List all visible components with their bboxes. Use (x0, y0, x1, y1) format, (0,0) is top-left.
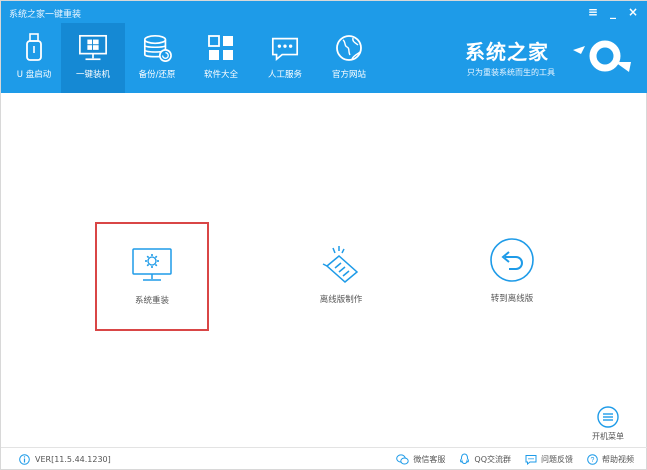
help-video-link[interactable]: ? 帮助视频 (587, 453, 634, 465)
brand-logo: 系统之家 只为重装系统而生的工具 (465, 36, 635, 81)
minimize-button[interactable]: _ (610, 5, 616, 19)
boot-menu-button[interactable]: 开机菜单 (585, 406, 631, 442)
option-label: 系统重装 (134, 296, 169, 306)
boot-menu-label: 开机菜单 (592, 432, 624, 441)
usb-icon (19, 33, 49, 63)
status-bar: VER[11.5.44.1230] 微信客服 QQ交流群 问题反馈 ? 帮助视频 (1, 447, 647, 470)
globe-icon (334, 33, 364, 63)
nav-software[interactable]: 软件大全 (189, 23, 253, 93)
wechat-support-link[interactable]: 微信客服 (396, 453, 445, 465)
network-plug-icon (322, 246, 359, 283)
wechat-icon (396, 453, 410, 464)
windows-monitor-icon (78, 33, 108, 63)
brand-mark-icon (573, 40, 631, 72)
option-goto-offline[interactable]: 转到离线版 (451, 237, 573, 304)
svg-text:?: ? (591, 457, 595, 464)
brand-slogan: 只为重装系统而生的工具 (467, 68, 555, 77)
qq-group-link[interactable]: QQ交流群 (459, 453, 511, 465)
close-button[interactable]: × (628, 5, 638, 19)
app-window: 系统之家一键重装 ≡ _ × U 盘启动 一键装机 备份/还原 软件大全 人工服… (0, 0, 647, 470)
nav-label: 软件大全 (203, 70, 238, 80)
help-icon: ? (587, 453, 598, 465)
feedback-link[interactable]: 问题反馈 (525, 453, 573, 465)
menu-button[interactable]: ≡ (588, 5, 598, 19)
option-label: 离线版制作 (319, 295, 363, 305)
qq-icon (460, 453, 470, 465)
footer-links: 微信客服 QQ交流群 问题反馈 ? 帮助视频 (396, 453, 634, 465)
footer-link-label: QQ交流群 (474, 454, 511, 464)
option-offline-build[interactable]: 离线版制作 (286, 244, 396, 305)
monitor-gear-icon (132, 248, 172, 281)
brand-name: 系统之家 (465, 40, 549, 64)
nav-official-site[interactable]: 官方网站 (317, 23, 381, 93)
nav-label: 官方网站 (331, 70, 366, 80)
version-text: VER[11.5.44.1230] (35, 455, 111, 464)
feedback-icon (525, 454, 537, 465)
nav-label: 人工服务 (267, 70, 302, 80)
footer-link-label: 问题反馈 (541, 454, 573, 464)
nav-label: U 盘启动 (16, 70, 52, 80)
back-arrow-circle-icon (490, 238, 534, 282)
nav-label: 备份/还原 (138, 70, 176, 80)
nav-label: 一键装机 (75, 70, 110, 80)
option-label: 转到离线版 (490, 294, 534, 304)
main-nav: U 盘启动 一键装机 备份/还原 软件大全 人工服务 官方网站 (1, 23, 381, 93)
header-bar: 系统之家一键重装 ≡ _ × U 盘启动 一键装机 备份/还原 软件大全 人工服… (1, 1, 647, 93)
footer-link-label: 帮助视频 (602, 454, 634, 464)
option-system-reinstall[interactable]: 系统重装 (95, 222, 209, 331)
chat-service-icon (270, 33, 300, 63)
database-restore-icon (142, 33, 172, 63)
nav-usb-boot[interactable]: U 盘启动 (7, 23, 61, 93)
footer-link-label: 微信客服 (413, 454, 446, 464)
window-title: 系统之家一键重装 (9, 10, 82, 20)
nav-human-service[interactable]: 人工服务 (253, 23, 317, 93)
apps-grid-icon (206, 33, 236, 63)
window-controls: ≡ _ × (588, 5, 638, 19)
info-icon (19, 454, 30, 465)
nav-one-click-install[interactable]: 一键装机 (61, 23, 125, 93)
version-info: VER[11.5.44.1230] (19, 454, 111, 465)
nav-backup-restore[interactable]: 备份/还原 (125, 23, 189, 93)
menu-circle-icon (597, 406, 619, 428)
